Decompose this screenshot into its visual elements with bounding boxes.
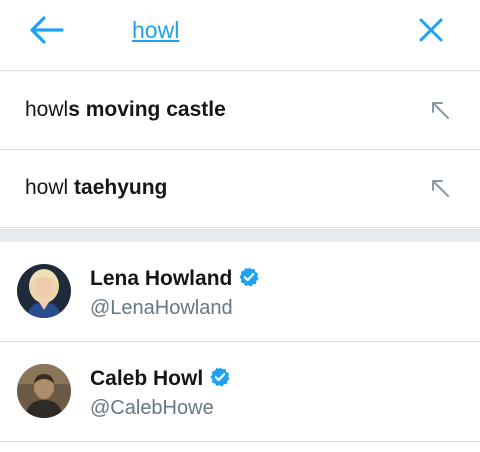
suggestion-completion: taehyung [74,176,168,199]
verified-badge-icon [239,267,259,287]
user-result[interactable]: Lena Howland @LenaHowland [0,242,480,342]
user-handle: @CalebHowe [90,397,214,419]
verified-badge-icon [210,367,230,387]
section-divider [0,229,480,243]
avatar[interactable] [17,264,71,318]
suggestion-text: howl taehyung [25,176,167,200]
suggestion-completion: s moving castle [68,98,226,121]
avatar[interactable] [17,364,71,418]
suggestion-typed-part: howl [25,176,75,199]
search-suggestion[interactable]: howl taehyung [0,150,480,228]
search-bar [0,0,480,71]
user-name-text: Caleb Howl [90,367,204,390]
suggestion-text: howls moving castle [25,98,226,122]
back-button[interactable] [22,8,72,52]
avatar-photo [17,264,71,318]
clear-search-button[interactable] [408,8,454,52]
search-screen: howls moving castle howl taehyung Lena H… [0,0,480,452]
user-name-text: Lena Howland [90,267,233,290]
user-name: Lena Howland [90,266,260,291]
arrow-left-icon [30,16,64,44]
avatar-photo [17,364,71,418]
close-icon [419,18,443,42]
arrow-up-left-icon[interactable] [428,98,452,122]
search-input[interactable] [132,14,392,46]
user-handle: @LenaHowland [90,297,233,319]
user-result[interactable]: Caleb Howl @CalebHowe [0,342,480,442]
suggestion-typed-part: howl [25,98,69,121]
search-suggestion[interactable]: howls moving castle [0,72,480,150]
user-name: Caleb Howl [90,366,231,391]
arrow-up-left-icon[interactable] [428,176,452,200]
